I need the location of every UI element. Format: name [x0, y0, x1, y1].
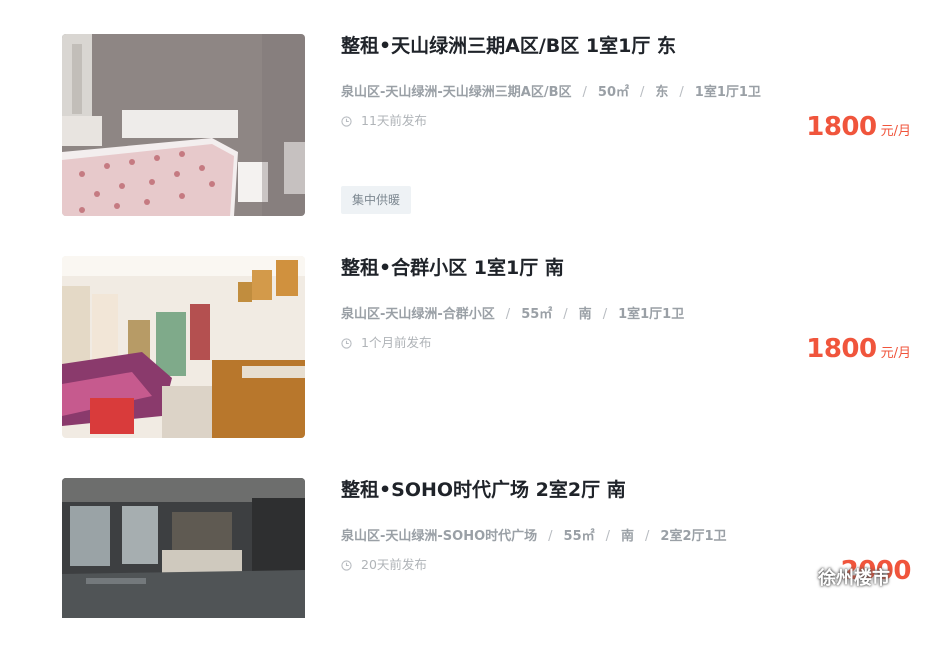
listing-orientation: 东 [655, 85, 669, 100]
listing-photo[interactable] [62, 34, 305, 216]
separator: / [563, 307, 568, 322]
posted-time: 1个月前发布 [361, 335, 432, 350]
listing-location[interactable]: 泉山区-天山绿洲-天山绿洲三期A区/B区 [341, 85, 572, 100]
separator: / [605, 529, 611, 544]
listing-orientation: 南 [621, 529, 635, 544]
listing-area: 50㎡ [597, 85, 629, 100]
listing-meta: 泉山区-天山绿洲-SOHO时代广场 / 55㎡ / 南 / 2室2厅1卫 [341, 528, 727, 546]
watermark-text: 徐州楼市 [818, 568, 890, 589]
listing-meta: 泉山区-天山绿洲-合群小区 / 55㎡ / 南 / 1室1厅1卫 [341, 306, 684, 324]
listing-area: 55㎡ [563, 529, 595, 544]
listing-photo[interactable] [62, 478, 305, 618]
separator: / [602, 307, 608, 322]
listing-title[interactable]: 整租•合群小区 1室1厅 南 [341, 256, 564, 280]
listing-price: 1800 元/月 [806, 334, 911, 369]
price-unit: 元/月 [880, 346, 911, 361]
listing-card[interactable]: 整租•合群小区 1室1厅 南 泉山区-天山绿洲-合群小区 / 55㎡ / 南 / 1室1厅1… [0, 256, 941, 441]
listing-price: 1800 元/月 [806, 112, 911, 147]
listing-tag: 集中供暖 [341, 186, 412, 214]
wechat-watermark: 徐州楼市 [780, 564, 890, 590]
listing-card[interactable]: 整租•天山绿洲三期A区/B区 1室1厅 东 泉山区-天山绿洲-天山绿洲三期A区/… [0, 34, 941, 219]
separator: / [505, 307, 511, 322]
price-unit: 元/月 [880, 124, 911, 139]
listing-location[interactable]: 泉山区-天山绿洲-SOHO时代广场 [341, 529, 537, 544]
listing-meta: 泉山区-天山绿洲-天山绿洲三期A区/B区 / 50㎡ / 东 / 1室1厅1卫 [341, 84, 761, 102]
wechat-official-account-icon [781, 567, 810, 587]
separator: / [645, 529, 650, 544]
separator: / [640, 85, 645, 100]
listing-layout: 1室1厅1卫 [694, 85, 761, 100]
listing-posted: 11天前发布 [341, 112, 427, 130]
posted-time: 11天前发布 [361, 113, 427, 128]
listing-orientation: 南 [578, 307, 592, 322]
listing-posted: 20天前发布 [341, 556, 427, 574]
separator: / [548, 529, 553, 544]
separator: / [679, 85, 684, 100]
listing-title[interactable]: 整租•天山绿洲三期A区/B区 1室1厅 东 [341, 34, 676, 58]
clock-icon [341, 559, 352, 571]
separator: / [582, 85, 587, 100]
listing-title[interactable]: 整租•SOHO时代广场 2室2厅 南 [341, 478, 626, 502]
listing-area: 55㎡ [521, 307, 553, 322]
listing-layout: 1室1厅1卫 [618, 307, 685, 322]
listing-photo[interactable] [62, 256, 305, 438]
clock-icon [341, 115, 352, 127]
price-value: 1800 [806, 112, 877, 142]
listing-layout: 2室2厅1卫 [660, 529, 727, 544]
price-value: 1800 [806, 334, 877, 364]
clock-icon [341, 337, 352, 349]
listing-posted: 1个月前发布 [341, 334, 431, 352]
listing-location[interactable]: 泉山区-天山绿洲-合群小区 [341, 307, 495, 322]
posted-time: 20天前发布 [361, 557, 427, 572]
